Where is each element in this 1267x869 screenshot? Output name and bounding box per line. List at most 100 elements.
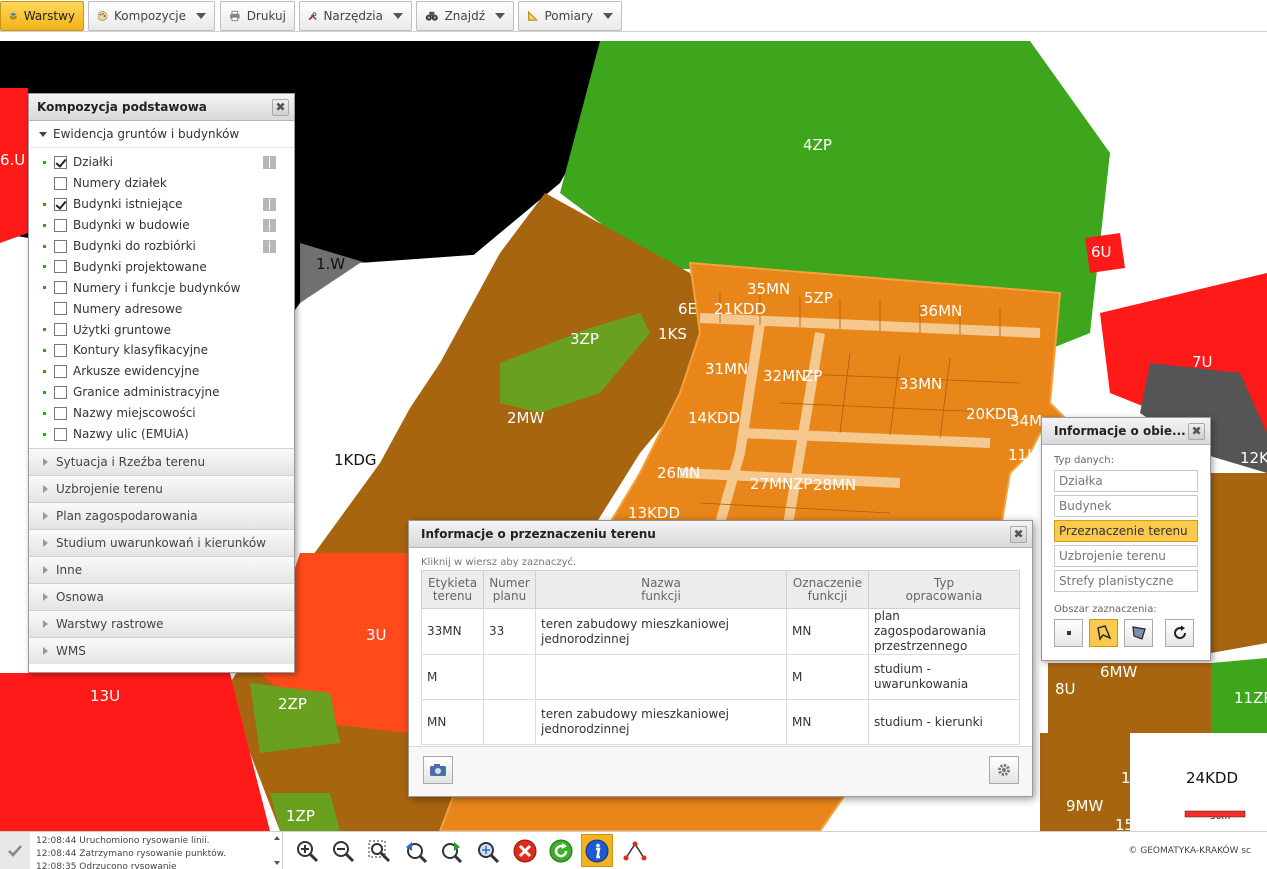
layer-checkbox[interactable] [54, 385, 67, 399]
layer-checkbox[interactable] [54, 302, 67, 316]
cancel-button[interactable] [509, 834, 541, 867]
layer-row[interactable]: Budynki projektowane [29, 256, 294, 277]
settings-button[interactable] [989, 756, 1019, 784]
layer-checkbox[interactable] [54, 260, 67, 274]
layer-checkbox[interactable] [54, 197, 67, 211]
find-button[interactable]: Znajdź [416, 1, 514, 31]
svg-text:2MW: 2MW [507, 409, 544, 427]
layer-checkbox[interactable] [54, 281, 67, 295]
legend-icon[interactable] [263, 197, 276, 211]
layer-checkbox[interactable] [54, 218, 67, 232]
compositions-button[interactable]: Kompozycje [88, 1, 215, 31]
svg-text:4ZP: 4ZP [803, 136, 832, 154]
data-type-option-land-use[interactable]: Przeznaczenie terenu [1054, 520, 1198, 542]
svg-text:7MW: 7MW [1216, 736, 1253, 754]
refresh-button[interactable] [1165, 619, 1194, 647]
selection-area-label: Obszar zaznaczenia: [1054, 604, 1157, 615]
data-type-option-planning-zones[interactable]: Strefy planistyczne [1054, 570, 1198, 592]
point-icon [1066, 631, 1071, 635]
close-icon[interactable]: ✖ [1188, 423, 1205, 440]
visibility-dot-icon [43, 369, 46, 373]
measure-button[interactable]: Pomiary [518, 1, 622, 31]
area-select-icon [1131, 626, 1146, 640]
layer-checkbox[interactable] [54, 427, 67, 441]
layer-row[interactable]: Budynki do rozbiórki [29, 236, 294, 257]
layer-checkbox[interactable] [54, 406, 67, 420]
data-type-option-utilities[interactable]: Uzbrojenie terenu [1054, 545, 1198, 567]
layer-checkbox[interactable] [54, 364, 67, 378]
table-row[interactable]: M M studium - uwarunkowania [421, 654, 1020, 700]
close-icon[interactable]: ✖ [1010, 526, 1027, 543]
select-polygon-button[interactable] [1089, 619, 1118, 647]
log-scrollbar[interactable] [272, 834, 282, 867]
layer-group-collapsed[interactable]: Warstwy rastrowe [29, 610, 294, 638]
layer-row[interactable]: Budynki w budowie [29, 215, 294, 236]
svg-text:8.KS: 8.KS [330, 320, 364, 338]
layer-row[interactable]: Granice administracyjne [29, 382, 294, 403]
layer-row[interactable]: Budynki istniejące [29, 194, 294, 215]
select-area-button[interactable] [1124, 619, 1153, 647]
triangle-right-icon [43, 539, 48, 548]
data-type-option-building[interactable]: Budynek [1054, 495, 1198, 517]
print-button[interactable]: Drukuj [220, 1, 295, 31]
layer-checkbox[interactable] [54, 155, 67, 169]
layer-row[interactable]: Numery adresowe [29, 298, 294, 319]
layer-group-collapsed[interactable]: Sytuacja i Rzeźba terenu [29, 448, 294, 476]
screenshot-button[interactable] [423, 756, 453, 784]
column-header-plan-number: Numer planu [483, 570, 536, 609]
svg-text:24KDD: 24KDD [1186, 769, 1238, 787]
table-row[interactable]: MN teren zabudowy mieszkaniowej jednorod… [421, 699, 1020, 745]
zoom-box-button[interactable] [363, 834, 395, 867]
layer-row[interactable]: Nazwy miejscowości [29, 403, 294, 424]
zoom-extent-button[interactable] [471, 834, 503, 867]
data-type-option-parcel[interactable]: Działka [1054, 470, 1198, 492]
zoom-out-button[interactable] [327, 834, 359, 867]
layer-group-collapsed[interactable]: Osnowa [29, 583, 294, 611]
layer-row[interactable]: Nazwy ulic (EMUiA) [29, 424, 294, 445]
visibility-dot-icon [43, 223, 46, 227]
layer-checkbox[interactable] [54, 239, 67, 253]
legend-icon[interactable] [263, 239, 276, 253]
visibility-dot-icon [43, 348, 46, 352]
close-icon[interactable]: ✖ [272, 99, 289, 116]
refresh-map-button[interactable] [545, 834, 577, 867]
layer-group-collapsed[interactable]: Plan zagospodarowania [29, 502, 294, 530]
layer-checkbox[interactable] [54, 343, 67, 357]
layer-row[interactable]: Numery działek [29, 173, 294, 194]
zoom-next-button[interactable] [435, 834, 467, 867]
layer-group-collapsed[interactable]: WMS [29, 637, 294, 665]
svg-text:9MW: 9MW [1066, 797, 1103, 815]
info-button[interactable] [581, 834, 613, 867]
layer-group-collapsed[interactable]: Uzbrojenie terenu [29, 475, 294, 503]
layer-checkbox[interactable] [54, 176, 67, 190]
layer-group-collapsed[interactable]: Inne [29, 556, 294, 584]
layer-row[interactable]: Arkusze ewidencyjne [29, 361, 294, 382]
zoom-in-button[interactable] [291, 834, 323, 867]
tools-button[interactable]: Narzędzia [299, 1, 412, 31]
land-use-info-header[interactable]: Informacje o przeznaczeniu terenu ✖ [409, 521, 1032, 548]
layer-row[interactable]: Kontury klasyfikacyjne [29, 340, 294, 361]
layer-row[interactable]: Numery i funkcje budynków [29, 277, 294, 298]
layer-checkbox[interactable] [54, 323, 67, 337]
layer-label: Działki [73, 155, 113, 170]
select-point-button[interactable] [1054, 619, 1083, 647]
measure-line-button[interactable] [619, 834, 651, 867]
layers-panel-header[interactable]: Kompozycja podstawowa ✖ [29, 94, 294, 121]
object-info-header[interactable]: Informacje o obie... ✖ [1042, 418, 1210, 445]
svg-text:26MN: 26MN [657, 464, 700, 482]
layer-row[interactable]: Działki [29, 152, 294, 173]
zoom-previous-button[interactable] [399, 834, 431, 867]
layers-button[interactable]: Warstwy [0, 1, 84, 31]
ruler-triangle-icon [528, 10, 538, 21]
table-row[interactable]: 33MN 33 teren zabudowy mieszkaniowej jed… [421, 608, 1020, 655]
legend-icon[interactable] [263, 218, 276, 232]
land-use-info-footer [409, 746, 1032, 796]
layer-row[interactable]: Użytki gruntowe [29, 319, 294, 340]
legend-icon[interactable] [263, 156, 276, 169]
column-header-study-type: Typ opracowania [868, 570, 1020, 609]
map-zone-2zp [250, 683, 340, 753]
layer-group-cadastre[interactable]: Ewidencja gruntów i budynków [29, 121, 294, 148]
visibility-dot-icon [43, 202, 46, 206]
svg-text:3U: 3U [366, 626, 387, 644]
layer-group-collapsed[interactable]: Studium uwarunkowań i kierunków [29, 529, 294, 557]
